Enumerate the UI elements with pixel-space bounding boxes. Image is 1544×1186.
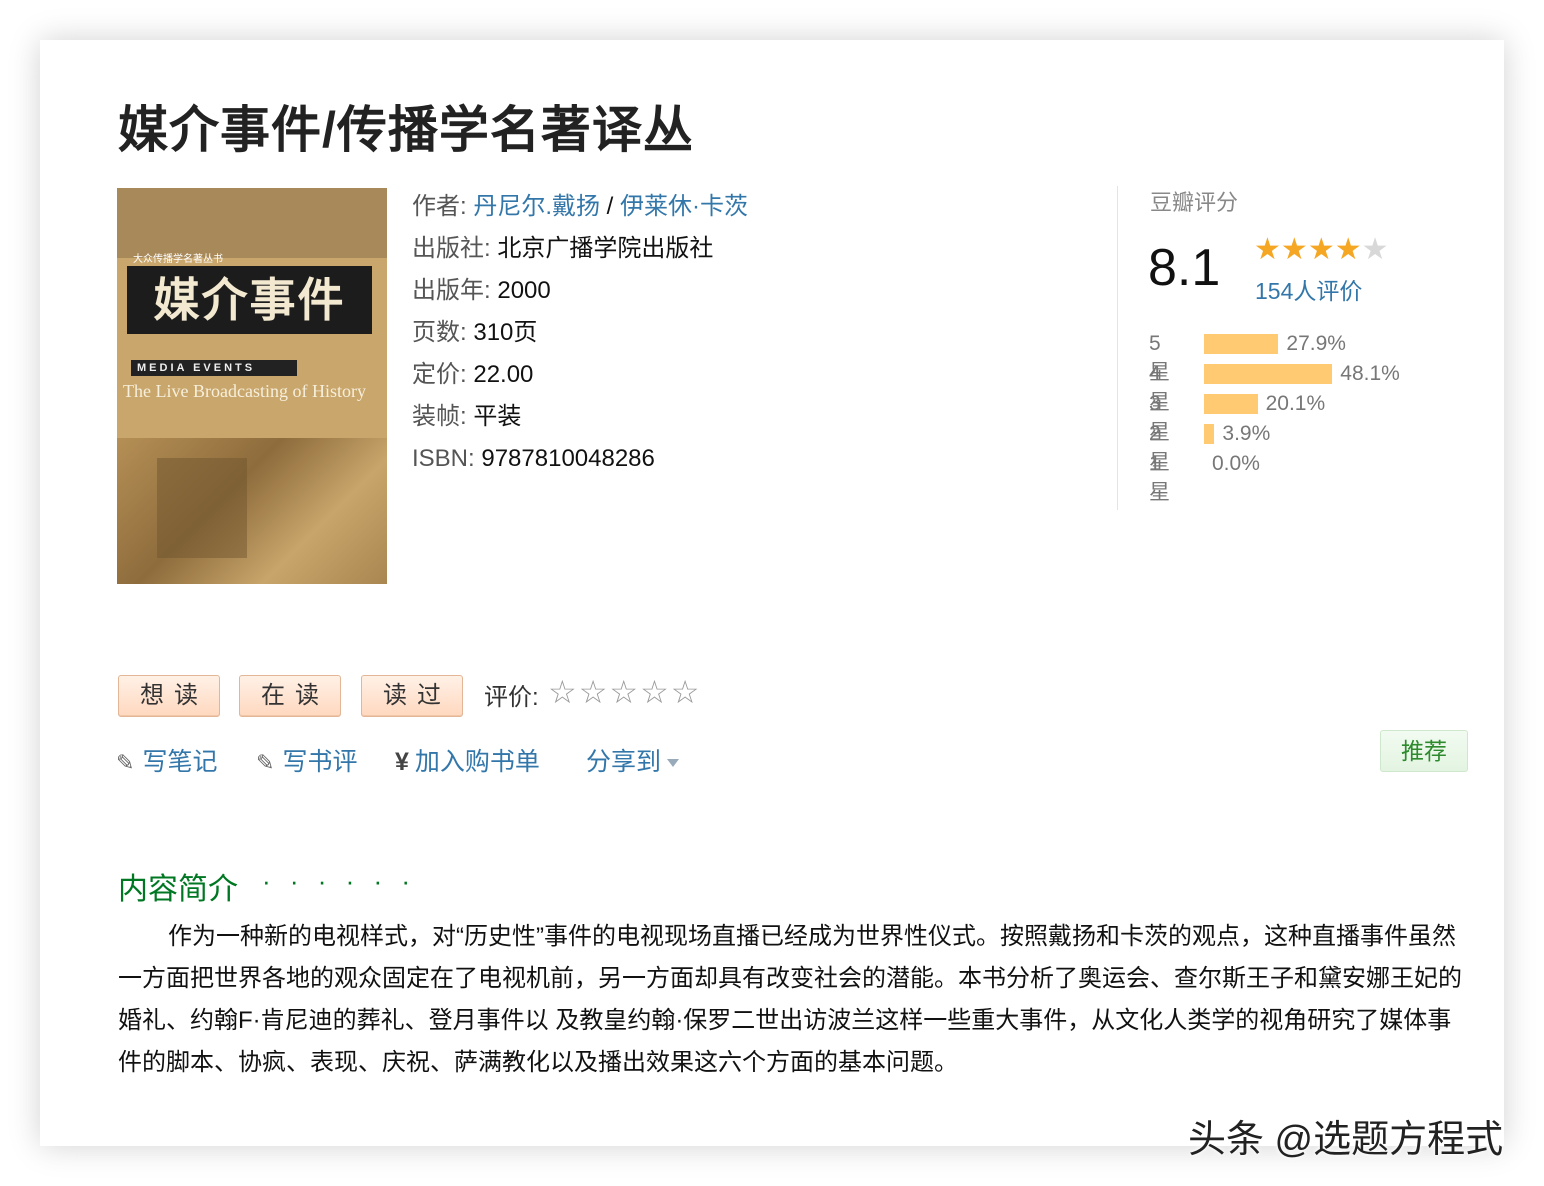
share-label: 分享到 — [586, 748, 662, 776]
author-separator: / — [600, 193, 621, 220]
rating-distribution-bar — [1204, 394, 1258, 414]
rating-divider — [1117, 186, 1118, 510]
watermark: 头条 @选题方程式 — [1188, 1119, 1504, 1161]
isbn-value: 9787810048286 — [481, 445, 655, 472]
pages-row: 页数: 310页 — [412, 312, 748, 354]
year-label: 出版年: — [412, 277, 491, 304]
rating-distribution-percent: 0.0% — [1212, 452, 1260, 475]
star-filled-icon: ★ — [1334, 233, 1362, 266]
reading-button[interactable]: 在读 — [239, 675, 341, 717]
author-row: 作者: 丹尼尔.戴扬 / 伊莱休·卡茨 — [412, 186, 748, 228]
read-button[interactable]: 读过 — [361, 675, 463, 717]
price-value: 22.00 — [473, 361, 534, 388]
page-title: 媒介事件/传播学名著译丛 — [118, 102, 694, 158]
rating-stars: ★★★★★ — [1254, 232, 1389, 267]
rating-votes-link[interactable]: 154人评价 — [1255, 272, 1362, 306]
cover-english-title: MEDIA EVENTS — [131, 360, 297, 376]
binding-value: 平装 — [473, 403, 522, 430]
star-filled-icon: ★ — [1254, 233, 1281, 266]
publisher-value: 北京广播学院出版社 — [497, 235, 714, 262]
add-to-cart-link[interactable]: ¥ 加入购书单 — [395, 742, 540, 778]
write-review-link[interactable]: ✎ 写书评 — [256, 742, 357, 778]
rating-label: 豆瓣评分 — [1150, 190, 1239, 215]
author-label: 作者: — [412, 193, 467, 220]
isbn-row: ISBN: 9787810048286 — [412, 438, 748, 480]
reading-label: 在读 — [261, 682, 329, 709]
want-to-read-label: 想读 — [140, 682, 208, 709]
binding-row: 装帧: 平装 — [412, 396, 748, 438]
pencil-icon: ✎ — [256, 750, 275, 775]
add-to-cart-label: 加入购书单 — [414, 748, 540, 776]
rating-distribution-label: 1星 — [1149, 452, 1170, 504]
star-filled-icon: ★ — [1280, 233, 1308, 266]
cover-header-photo — [117, 188, 387, 258]
rating-distribution-bar — [1204, 424, 1215, 444]
user-rating-stars[interactable]: ☆☆☆☆☆ — [548, 673, 701, 711]
publisher-row: 出版社: 北京广播学院出版社 — [412, 228, 748, 270]
rating-distribution-percent: 3.9% — [1222, 422, 1271, 445]
user-rating-label: 评价: — [484, 684, 539, 711]
rating-distribution-percent: 48.1% — [1340, 362, 1400, 385]
write-review-label: 写书评 — [282, 748, 358, 776]
author-link-1[interactable]: 丹尼尔.戴扬 — [473, 193, 600, 220]
write-note-label: 写笔记 — [142, 748, 218, 776]
rating-distribution-bar — [1204, 334, 1279, 354]
price-row: 定价: 22.00 — [412, 354, 748, 396]
want-to-read-button[interactable]: 想读 — [118, 675, 220, 717]
year-value: 2000 — [497, 277, 551, 304]
author-link-2[interactable]: 伊莱休·卡茨 — [620, 193, 748, 220]
rating-distribution-percent: 27.9% — [1286, 332, 1346, 355]
read-label: 读过 — [383, 682, 451, 709]
cover-english-subtitle: The Live Broadcasting of History — [123, 381, 366, 401]
recommend-button[interactable]: 推荐 — [1380, 730, 1468, 772]
price-label: 定价: — [412, 361, 467, 388]
rating-score: 8.1 — [1148, 239, 1221, 297]
star-empty-icon: ★ — [1361, 233, 1389, 266]
isbn-label: ISBN: — [412, 445, 475, 472]
yen-icon: ¥ — [395, 748, 409, 776]
year-row: 出版年: 2000 — [412, 270, 748, 312]
cover-title: 媒介事件 — [127, 266, 372, 334]
share-dropdown[interactable]: 分享到 — [586, 742, 680, 778]
recommend-label: 推荐 — [1401, 738, 1447, 764]
book-cover-image[interactable]: 大众传播学名著丛书 媒介事件 MEDIA EVENTS The Live Bro… — [117, 188, 387, 584]
pencil-icon: ✎ — [116, 750, 135, 775]
binding-label: 装帧: — [412, 403, 467, 430]
publisher-label: 出版社: — [412, 235, 491, 262]
rating-distribution-percent: 20.1% — [1265, 392, 1326, 415]
intro-text: 作为一种新的电视样式，对“历史性”事件的电视现场直播已经成为世界性仪式。按照戴扬… — [118, 923, 1462, 1076]
chevron-down-icon — [667, 759, 680, 768]
cover-photo-detail — [157, 458, 247, 558]
intro-section-title: 内容简介 — [118, 873, 238, 906]
cover-series-text: 大众传播学名著丛书 — [133, 254, 223, 265]
write-note-link[interactable]: ✎ 写笔记 — [116, 742, 217, 778]
book-info: 作者: 丹尼尔.戴扬 / 伊莱休·卡茨 出版社: 北京广播学院出版社 出版年: … — [412, 186, 748, 480]
star-filled-icon: ★ — [1307, 233, 1335, 266]
pages-label: 页数: — [412, 319, 467, 346]
pages-value: 310页 — [473, 319, 538, 346]
rating-distribution-bar — [1204, 364, 1333, 384]
intro-section-dots: · · · · · · — [262, 866, 417, 896]
